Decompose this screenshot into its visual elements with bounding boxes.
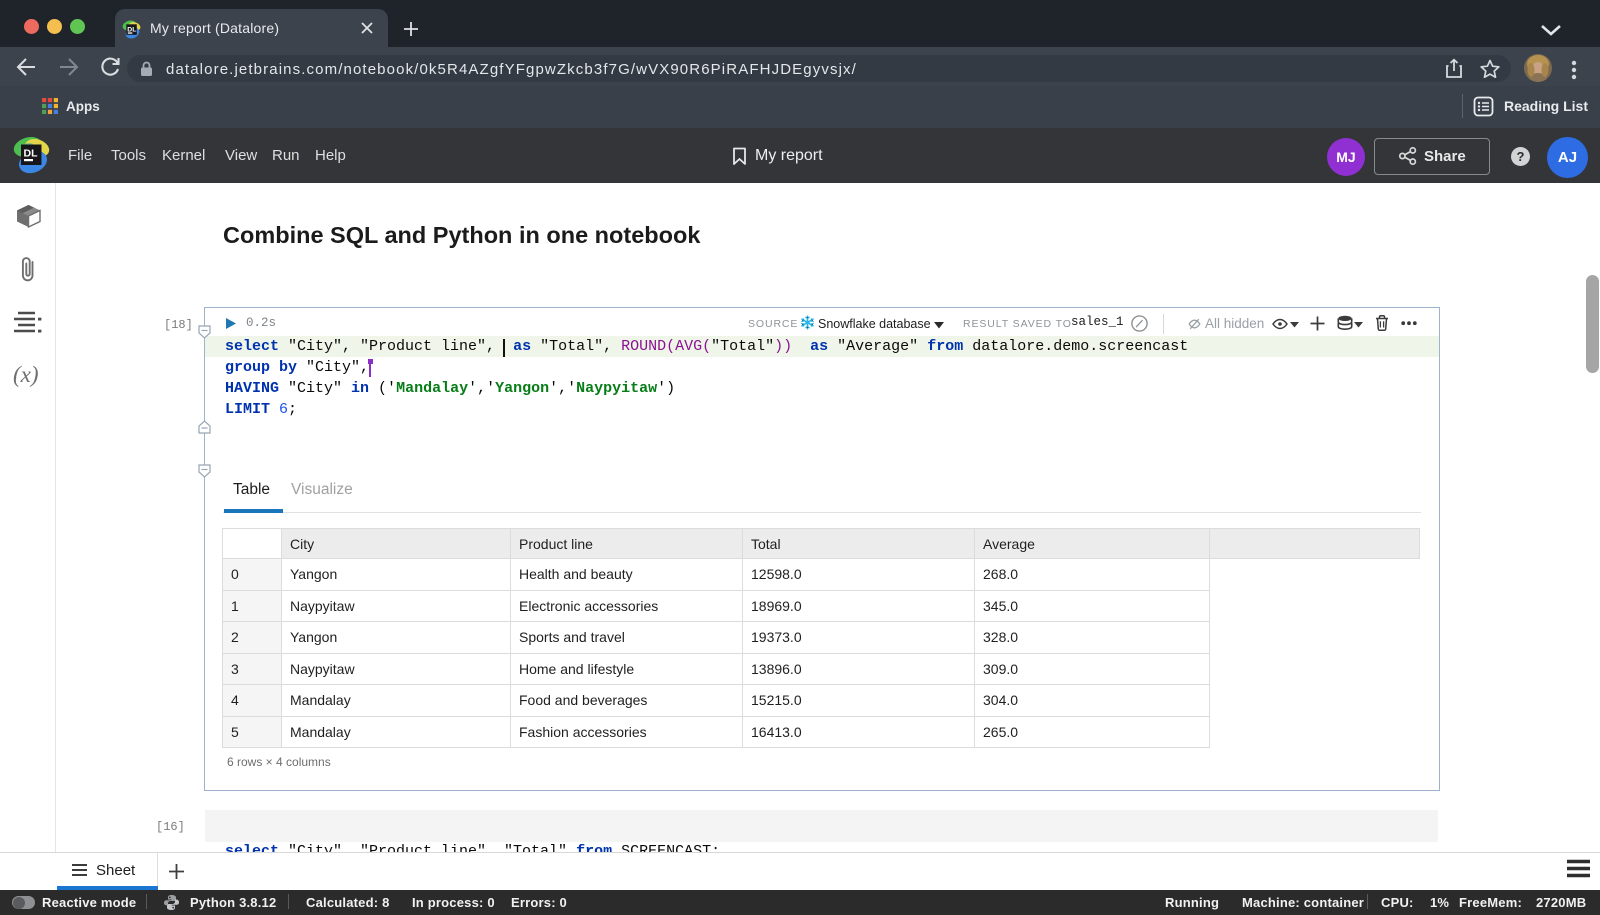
svg-text:DL: DL — [127, 26, 136, 33]
svg-text:DL: DL — [24, 148, 39, 160]
